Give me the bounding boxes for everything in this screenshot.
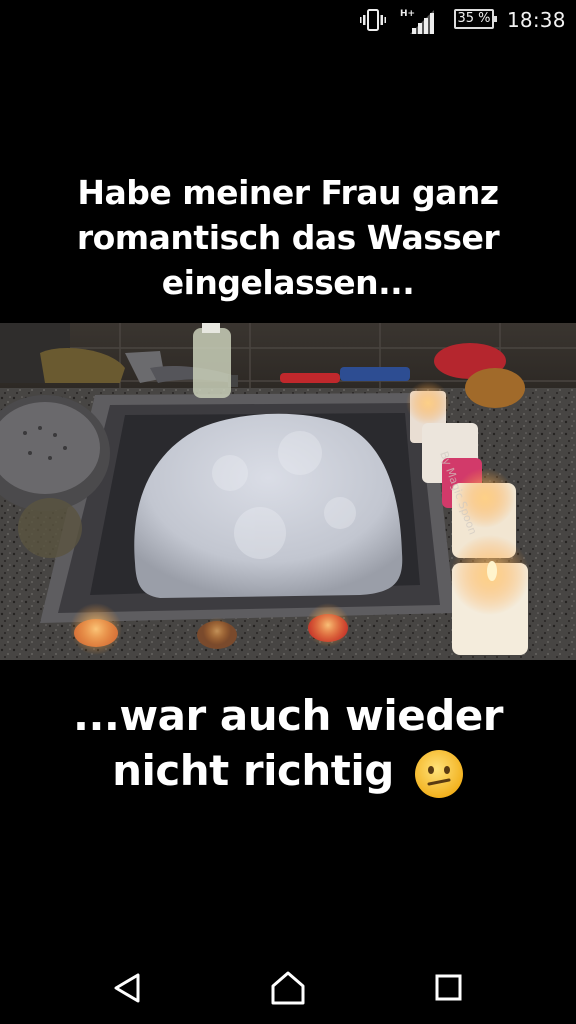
status-time: 18:38 [507, 8, 566, 32]
network-type-label: H+ [400, 9, 415, 19]
status-bar: H+ 35 % 18:38 [0, 0, 576, 40]
recents-square-icon[interactable] [424, 968, 472, 1008]
navigation-bar [0, 950, 576, 1024]
battery-level: 35 % [457, 11, 491, 26]
caption-top-line-3: eingelassen... [161, 263, 415, 302]
back-triangle-icon[interactable] [104, 968, 152, 1008]
caption-bottom-line-1: ...war auch wieder [73, 691, 503, 740]
meme-photo: By Magic Spoon [0, 323, 576, 660]
vibrate-icon [360, 9, 386, 31]
sink-scene-illustration: By Magic Spoon [0, 323, 576, 660]
caption-bottom-line-2-wrap: nicht richtig [0, 743, 576, 799]
home-icon[interactable] [264, 968, 312, 1008]
battery-icon: 35 % [454, 9, 497, 29]
caption-top-line-1: Habe meiner Frau ganz [77, 173, 499, 212]
caption-bottom-line-2: nicht richtig [112, 746, 394, 795]
caption-top-line-2: romantisch das Wasser [76, 218, 500, 257]
meme-caption-top: Habe meiner Frau ganz romantisch das Was… [0, 170, 576, 305]
meme-caption-bottom: ...war auch wieder nicht richtig [0, 688, 576, 799]
signal-icon: H+ [400, 9, 434, 34]
confused-face-emoji [414, 749, 463, 798]
